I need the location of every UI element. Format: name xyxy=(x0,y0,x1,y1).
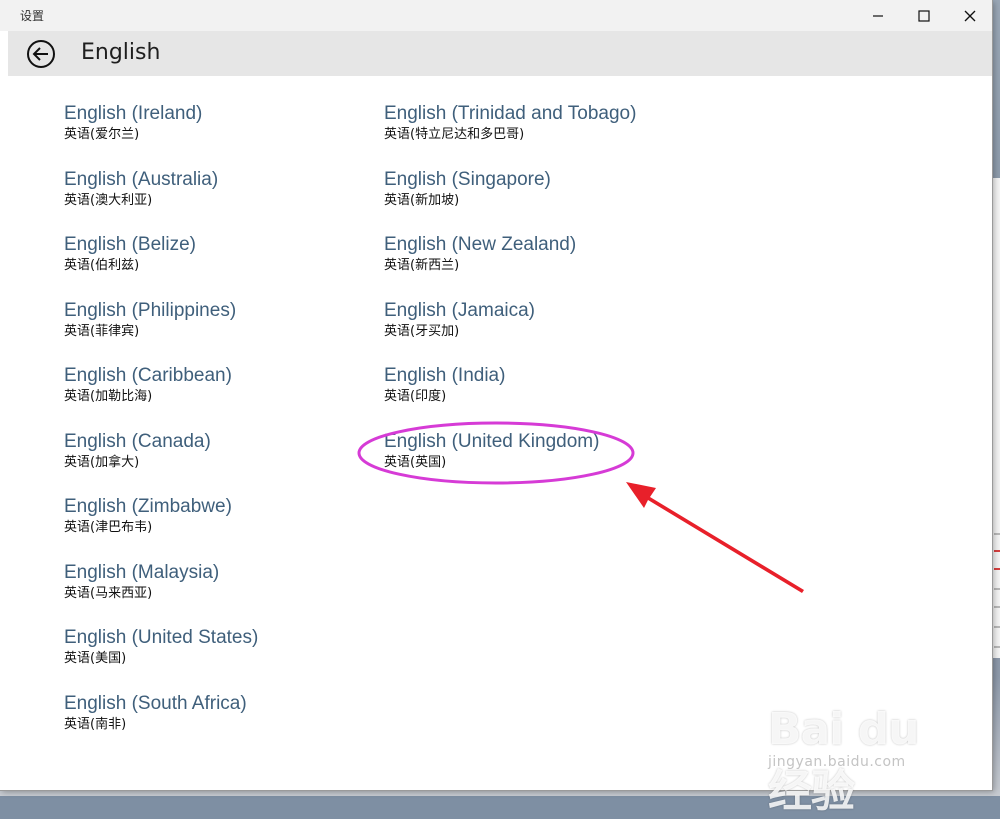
language-native-name: 英语(津巴布韦) xyxy=(64,520,153,535)
baidu-watermark: Bai du 经验 jingyan.baidu.com xyxy=(760,662,970,817)
language-name: English (Ireland) xyxy=(64,103,203,124)
language-native-name: 英语(美国) xyxy=(64,651,127,666)
language-option-ireland[interactable]: English (Ireland) 英语(爱尔兰) xyxy=(64,103,384,169)
language-native-name: 英语(牙买加) xyxy=(384,323,460,339)
language-native-name: 英语(马来西亚) xyxy=(64,585,153,601)
language-option-new-zealand[interactable]: English (New Zealand) 英语(新西兰) xyxy=(384,234,704,300)
language-native-name: 英语(澳大利亚) xyxy=(64,192,153,208)
language-name: English (Jamaica) xyxy=(384,299,535,321)
page-header: English xyxy=(8,31,992,76)
language-name: English (Australia) xyxy=(64,168,219,190)
language-name: English (Philippines) xyxy=(64,299,237,321)
language-name: English (Caribbean) xyxy=(64,365,232,386)
language-option-caribbean[interactable]: English (Caribbean) 英语(加勒比海) xyxy=(64,365,384,431)
language-name: English (Singapore) xyxy=(384,168,551,190)
title-bar[interactable]: 设置 xyxy=(0,0,992,31)
language-option-singapore[interactable]: English (Singapore) 英语(新加坡) xyxy=(384,169,704,235)
language-native-name: 英语(英国) xyxy=(384,454,447,470)
language-native-name: 英语(印度) xyxy=(384,389,447,404)
language-name: English (Zimbabwe) xyxy=(64,496,232,517)
language-option-belize[interactable]: English (Belize) 英语(伯利兹) xyxy=(64,234,384,300)
language-native-name: 英语(伯利兹) xyxy=(64,258,140,273)
close-button[interactable] xyxy=(947,0,993,31)
language-native-name: 英语(南非) xyxy=(64,716,127,732)
back-button[interactable] xyxy=(26,39,56,69)
language-column-left: English (Ireland) 英语(爱尔兰) English (Austr… xyxy=(64,103,384,758)
language-option-united-states[interactable]: English (United States) 英语(美国) xyxy=(64,627,384,693)
minimize-icon xyxy=(873,14,883,17)
language-name: English (Trinidad and Tobago) xyxy=(384,103,637,124)
language-name: English (India) xyxy=(384,365,506,386)
window-title: 设置 xyxy=(20,9,45,23)
language-native-name: 英语(加勒比海) xyxy=(64,389,153,404)
language-option-united-kingdom[interactable]: English (United Kingdom) 英语(英国) xyxy=(384,431,704,497)
language-name: English (Canada) xyxy=(64,430,211,452)
paw-logo-icon xyxy=(831,662,868,696)
close-icon xyxy=(964,10,976,21)
language-native-name: 英语(加拿大) xyxy=(64,454,140,470)
minimize-button[interactable] xyxy=(855,0,901,31)
language-option-india[interactable]: English (India) 英语(印度) xyxy=(384,365,704,431)
language-native-name: 英语(新西兰) xyxy=(384,258,460,273)
language-native-name: 英语(新加坡) xyxy=(384,192,460,208)
maximize-button[interactable] xyxy=(901,0,947,31)
language-option-canada[interactable]: English (Canada) 英语(加拿大) xyxy=(64,431,384,497)
language-column-right: English (Trinidad and Tobago) 英语(特立尼达和多巴… xyxy=(384,103,704,496)
language-name: English (Malaysia) xyxy=(64,561,220,583)
watermark-url: jingyan.baidu.com xyxy=(768,754,906,770)
language-option-philippines[interactable]: English (Philippines) 英语(菲律宾) xyxy=(64,300,384,366)
language-name: English (Belize) xyxy=(64,234,196,255)
language-option-jamaica[interactable]: English (Jamaica) 英语(牙买加) xyxy=(384,300,704,366)
language-native-name: 英语(特立尼达和多巴哥) xyxy=(384,127,525,142)
page-title: English xyxy=(81,40,161,65)
back-arrow-circle-icon xyxy=(27,40,55,68)
language-option-zimbabwe[interactable]: English (Zimbabwe) 英语(津巴布韦) xyxy=(64,496,384,562)
maximize-icon xyxy=(918,9,930,22)
language-option-south-africa[interactable]: English (South Africa) 英语(南非) xyxy=(64,693,384,759)
language-name: English (New Zealand) xyxy=(384,234,577,255)
language-native-name: 英语(菲律宾) xyxy=(64,323,140,339)
language-name: English (United Kingdom) xyxy=(384,430,600,452)
language-name: English (South Africa) xyxy=(64,692,247,714)
language-native-name: 英语(爱尔兰) xyxy=(64,127,140,142)
language-option-trinidad-and-tobago[interactable]: English (Trinidad and Tobago) 英语(特立尼达和多巴… xyxy=(384,103,704,169)
language-option-australia[interactable]: English (Australia) 英语(澳大利亚) xyxy=(64,169,384,235)
language-name: English (United States) xyxy=(64,627,259,648)
language-option-malaysia[interactable]: English (Malaysia) 英语(马来西亚) xyxy=(64,562,384,628)
